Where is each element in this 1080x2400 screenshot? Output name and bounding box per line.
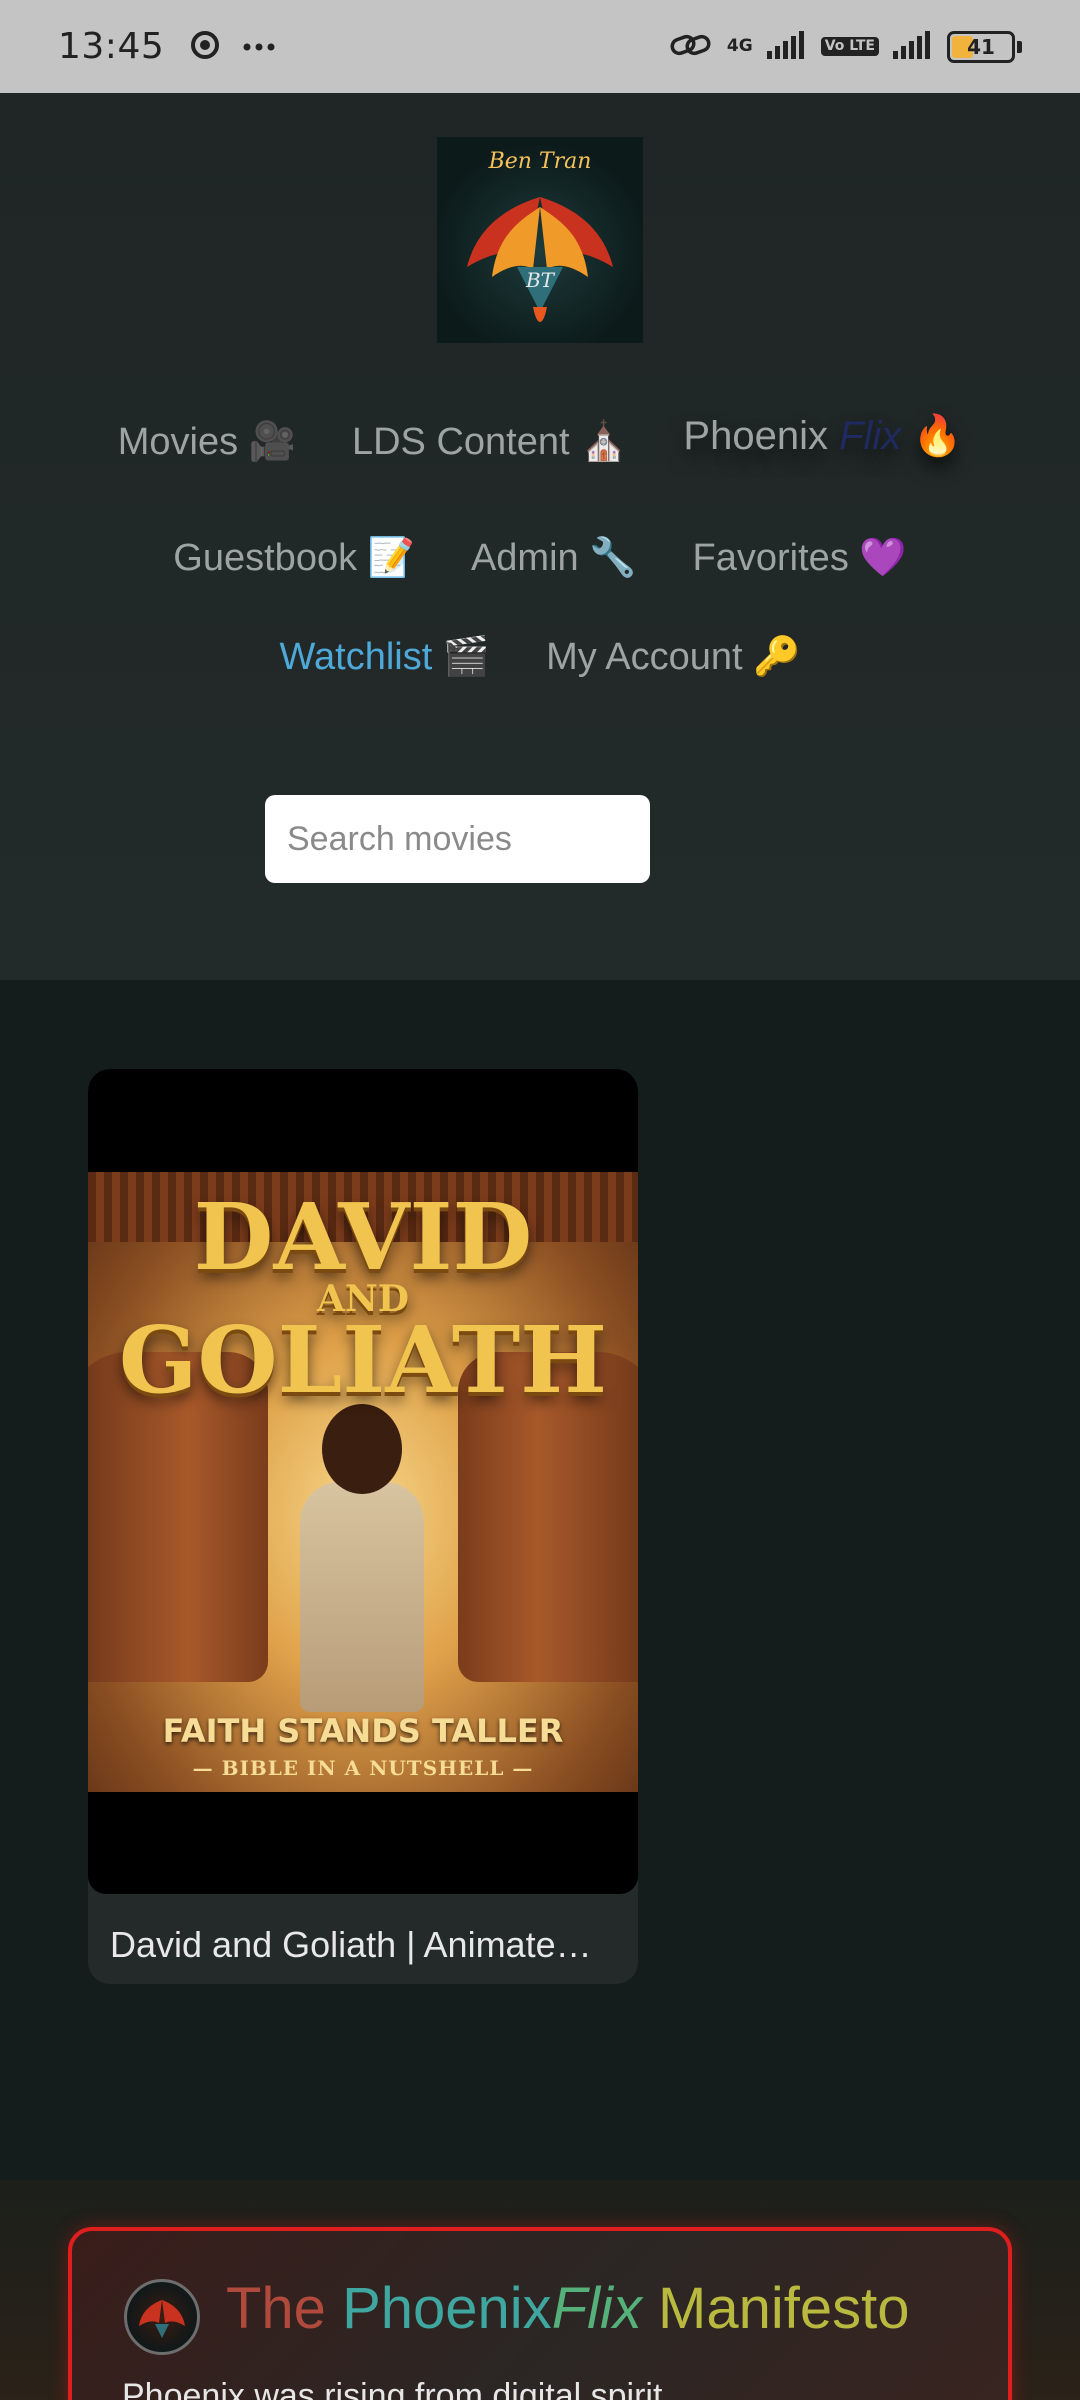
manifesto-title: The PhoenixFlix Manifesto	[226, 2275, 909, 2342]
nav-watchlist[interactable]: Watchlist 🎬	[280, 635, 491, 679]
brand-flix: Flix	[839, 414, 902, 458]
battery-icon: 41	[947, 30, 1015, 63]
more-dots-icon	[242, 37, 276, 56]
nav-row-1: Movies 🎥 LDS Content ⛪ Phoenix Flix 🔥	[0, 414, 1080, 464]
movie-title[interactable]: David and Goliath | Animated Bible Story	[110, 1924, 610, 1966]
manifesto-title-manifesto: Manifesto	[658, 2276, 910, 2341]
nav-favorites[interactable]: Favorites 💜	[693, 536, 907, 580]
poster-boy-body	[300, 1482, 424, 1712]
movie-card[interactable]: DAVID AND GOLIATH FAITH STANDS TALLER — …	[88, 1069, 638, 1984]
fire-icon: 🔥	[912, 414, 963, 458]
network-type-label: 4G	[726, 36, 753, 56]
movie-poster-frame[interactable]: DAVID AND GOLIATH FAITH STANDS TALLER — …	[88, 1069, 638, 1894]
poster-title-line-1: DAVID	[193, 1183, 533, 1291]
clock: 13:45	[58, 26, 165, 67]
phoenix-mini-icon	[139, 2300, 185, 2338]
poster-title: DAVID AND GOLIATH	[88, 1191, 638, 1406]
volte-badge: Vo LTE	[820, 37, 879, 56]
status-bar: 13:45 4G Vo LTE 41	[0, 0, 1080, 93]
poster-title-line-2: GOLIATH	[118, 1306, 608, 1415]
site-header: Ben Tran BT Movies 🎥 LDS Content ⛪ Phoen…	[0, 93, 1080, 980]
nav-brand-phoenix-flix[interactable]: Phoenix Flix 🔥	[683, 412, 962, 464]
manifesto-card: The PhoenixFlix Manifesto Phoenix was ri…	[68, 2227, 1012, 2400]
nav-row-3: Watchlist 🎬 My Account 🔑	[0, 635, 1080, 679]
svg-text:BT: BT	[525, 268, 556, 292]
chrome-icon	[190, 30, 220, 64]
battery-percent: 41	[967, 34, 995, 59]
manifesto-title-flix: Flix	[551, 2276, 642, 2341]
manifesto-title-phoenix: Phoenix	[342, 2276, 552, 2341]
signal-icon	[766, 30, 807, 63]
signal-icon-2	[893, 30, 933, 63]
nav-my-account[interactable]: My Account 🔑	[546, 635, 800, 679]
nav-row-2: Guestbook 📝 Admin 🔧 Favorites 💜	[0, 536, 1080, 580]
phoenix-logo-icon: BT	[467, 197, 613, 322]
search-input[interactable]	[265, 795, 650, 883]
brand-phoenix: Phoenix	[683, 414, 828, 458]
poster-tagline: FAITH STANDS TALLER	[162, 1712, 564, 1750]
nav-lds-content[interactable]: LDS Content ⛪	[352, 420, 627, 464]
poster-subline: — BIBLE IN A NUTSHELL —	[192, 1756, 534, 1780]
manifesto-text: Phoenix was rising from digital spirit…	[122, 2377, 697, 2400]
nav-admin[interactable]: Admin 🔧	[471, 536, 637, 580]
nav-movies[interactable]: Movies 🎥	[118, 420, 296, 464]
poster-boy-head	[322, 1404, 402, 1494]
site-logo[interactable]: Ben Tran BT	[437, 137, 643, 343]
battery-tip	[1017, 40, 1022, 53]
link-icon	[669, 30, 713, 64]
manifesto-title-the: The	[226, 2276, 326, 2341]
nav-guestbook[interactable]: Guestbook 📝	[173, 536, 415, 580]
movie-poster: DAVID AND GOLIATH FAITH STANDS TALLER — …	[88, 1172, 638, 1792]
manifesto-logo	[124, 2279, 200, 2355]
